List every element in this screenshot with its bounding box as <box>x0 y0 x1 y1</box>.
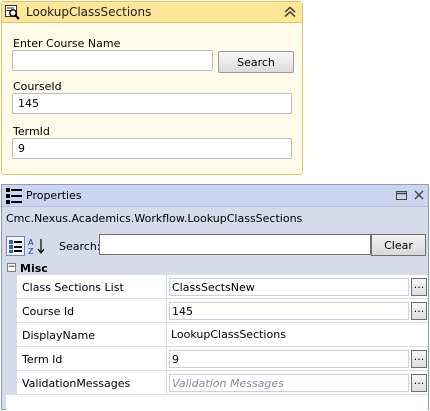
activity-header[interactable]: LookupClassSections <box>2 2 302 23</box>
row-gutter <box>6 347 17 371</box>
properties-list-icon <box>6 188 22 204</box>
property-row-course-id[interactable]: Course Id 145 ... <box>6 299 428 323</box>
selected-object-name: Cmc.Nexus.Academics.Workflow.LookupClass… <box>6 212 303 225</box>
property-value[interactable]: ClassSectsNew <box>169 278 409 296</box>
course-name-input[interactable] <box>12 50 213 71</box>
course-id-label: CourseId <box>13 80 62 93</box>
ellipsis-button[interactable]: ... <box>411 374 427 392</box>
properties-titlebar[interactable]: Properties <box>2 185 428 207</box>
row-gutter <box>6 275 17 299</box>
close-icon[interactable] <box>413 189 425 201</box>
property-value-cell[interactable]: ClassSectsNew ... <box>167 275 428 299</box>
property-value-cell[interactable]: 9 ... <box>167 347 428 371</box>
property-row-term-id[interactable]: Term Id 9 ... <box>6 347 428 371</box>
row-gutter <box>6 323 17 347</box>
svg-text:A: A <box>28 238 34 247</box>
search-button[interactable]: Search <box>218 51 294 73</box>
window-position-icon[interactable] <box>396 190 407 201</box>
properties-window: Properties Cmc.Nexus.Academics.Workflow.… <box>1 184 429 411</box>
properties-search-input[interactable] <box>99 234 371 255</box>
activity-designer[interactable]: LookupClassSections Enter Course Name Se… <box>1 1 303 175</box>
clear-button[interactable]: Clear <box>371 234 426 256</box>
property-row-display-name[interactable]: DisplayName LookupClassSections <box>6 323 428 347</box>
property-grid: − Misc Class Sections List ClassSectsNew… <box>6 261 428 411</box>
category-label: Misc <box>20 262 48 275</box>
row-gutter <box>6 371 17 395</box>
row-gutter <box>6 299 17 323</box>
property-value[interactable]: LookupClassSections <box>169 323 409 341</box>
property-value-cell[interactable]: 145 ... <box>167 299 428 323</box>
property-name[interactable]: Class Sections List <box>17 275 167 299</box>
property-value-cell[interactable]: Validation Messages ... <box>167 371 428 395</box>
enter-course-label: Enter Course Name <box>13 37 121 50</box>
ellipsis-button[interactable]: ... <box>411 302 427 320</box>
property-value[interactable]: 9 <box>169 350 409 368</box>
svg-text:Z: Z <box>28 247 34 256</box>
property-value[interactable]: 145 <box>169 302 409 320</box>
ellipsis-button[interactable]: ... <box>411 278 427 296</box>
property-row-validation-messages[interactable]: ValidationMessages Validation Messages .… <box>6 371 428 395</box>
term-id-label: TermId <box>13 125 50 138</box>
term-id-input[interactable]: 9 <box>12 138 292 159</box>
categorized-icon[interactable] <box>6 236 25 256</box>
collapse-category-icon[interactable]: − <box>7 263 16 272</box>
property-name[interactable]: DisplayName <box>17 323 167 347</box>
property-name[interactable]: Term Id <box>17 347 167 371</box>
sort-alphabetical-icon[interactable]: A Z <box>27 236 46 256</box>
property-value-cell[interactable]: LookupClassSections <box>167 323 428 347</box>
property-row-class-sections-list[interactable]: Class Sections List ClassSectsNew ... <box>6 275 428 299</box>
properties-search-label: Search: <box>59 240 101 253</box>
property-name[interactable]: ValidationMessages <box>17 371 167 395</box>
chevron-up-double-icon[interactable] <box>282 4 298 20</box>
search-activity-icon <box>5 5 20 20</box>
activity-title: LookupClassSections <box>26 5 152 19</box>
ellipsis-button[interactable]: ... <box>411 350 427 368</box>
properties-title: Properties <box>26 189 82 202</box>
property-name[interactable]: Course Id <box>17 299 167 323</box>
course-id-input[interactable]: 145 <box>12 93 292 114</box>
property-value[interactable]: Validation Messages <box>169 374 409 392</box>
category-row-misc[interactable]: − Misc <box>6 261 428 275</box>
